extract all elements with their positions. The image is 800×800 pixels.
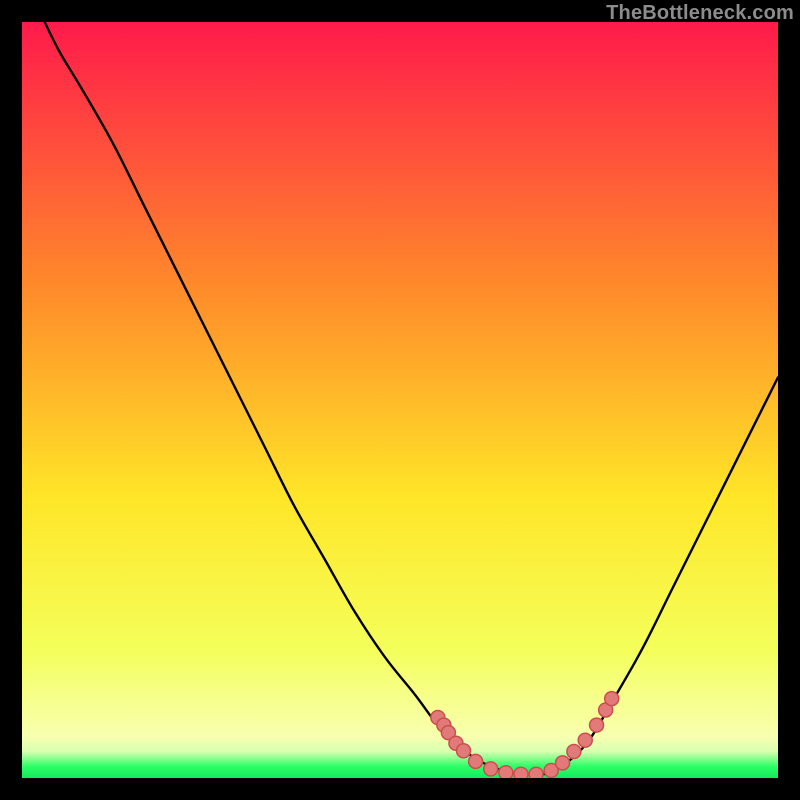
- gradient-background: [22, 22, 778, 778]
- data-point: [469, 754, 483, 768]
- chart-canvas: [22, 22, 778, 778]
- data-point: [567, 745, 581, 759]
- data-point: [578, 733, 592, 747]
- chart-frame: [22, 22, 778, 778]
- data-point: [556, 756, 570, 770]
- data-point: [484, 762, 498, 776]
- data-point: [499, 766, 513, 778]
- data-point: [590, 718, 604, 732]
- data-point: [529, 767, 543, 778]
- data-point: [457, 744, 471, 758]
- data-point: [605, 692, 619, 706]
- watermark-label: TheBottleneck.com: [606, 2, 794, 25]
- data-point: [514, 767, 528, 778]
